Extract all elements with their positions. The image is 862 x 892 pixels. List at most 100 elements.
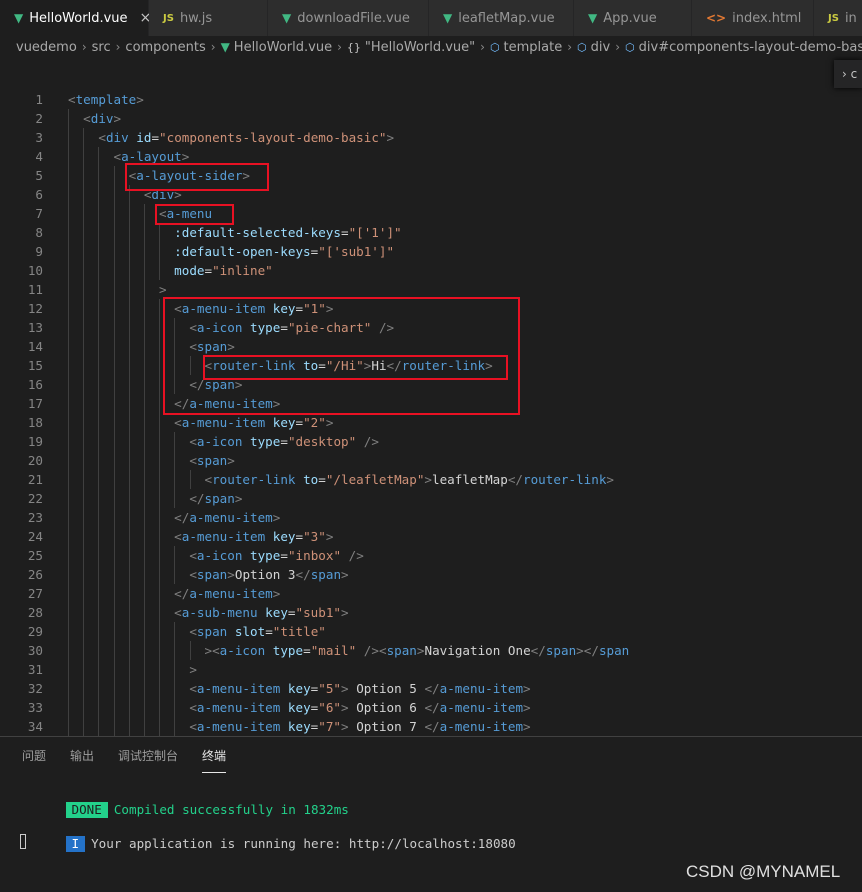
line-number: 18 xyxy=(27,415,43,430)
tab-label: index.html xyxy=(732,10,802,26)
code-line: 28 <a-sub-menu key="sub1"> xyxy=(0,603,862,622)
line-number: 31 xyxy=(27,662,43,677)
chevron-right-icon: › xyxy=(615,40,621,54)
code-line: 7 <a-menu xyxy=(0,204,862,223)
tab-index-html[interactable]: <> index.html xyxy=(692,0,814,36)
code-text: <div id="components-layout-demo-basic"> xyxy=(98,130,395,145)
braces-icon: {} xyxy=(346,40,361,54)
code-line: 31 > xyxy=(0,660,862,679)
tab-hw-js[interactable]: JS hw.js xyxy=(149,0,268,36)
cube-icon: ⬡ xyxy=(577,40,587,54)
tab-label: hw.js xyxy=(179,10,213,26)
code-line: 8 :default-selected-keys="['1']" xyxy=(0,223,862,242)
breadcrumb-item[interactable]: ›{} "HelloWorld.vue" xyxy=(332,40,475,55)
html-file-icon: <> xyxy=(706,11,727,25)
code-line: 1 <template> xyxy=(0,90,862,109)
line-number: 10 xyxy=(27,263,43,278)
code-text: </a-menu-item> xyxy=(174,510,281,525)
code-text: <template> xyxy=(68,92,144,107)
code-text: <span slot="title" xyxy=(189,624,326,639)
cube-icon: ⬡ xyxy=(489,40,500,54)
breadcrumb-item[interactable]: vuedemo xyxy=(16,40,77,55)
line-number: 4 xyxy=(35,149,43,164)
line-number: 22 xyxy=(27,491,43,506)
code-line: 30 ><a-icon type="mail" /><span>Navigati… xyxy=(0,641,862,660)
tab-terminal[interactable]: 终端 xyxy=(202,737,227,773)
tab-label: HelloWorld.vue xyxy=(29,10,128,26)
cube-icon: ⬡ xyxy=(625,40,635,54)
code-line: 34 <a-menu-item key="7"> Option 7 </a-me… xyxy=(0,717,862,736)
line-number: 26 xyxy=(27,567,43,582)
panel-tabs: 问题 输出 调试控制台 终端 xyxy=(0,737,250,773)
code-text: <a-icon type="desktop" /> xyxy=(189,434,379,449)
tab-helloworld-vue[interactable]: ▼ HelloWorld.vue × xyxy=(0,0,151,36)
done-badge: DONE xyxy=(65,802,108,818)
line-number: 24 xyxy=(27,529,43,544)
tab-debug-console[interactable]: 调试控制台 xyxy=(118,737,178,773)
highlight-box-router-link xyxy=(203,355,508,380)
vue-file-icon: ▼ xyxy=(588,11,598,25)
terminal-cursor xyxy=(20,834,26,849)
code-text: <a-sub-menu key="sub1"> xyxy=(174,605,349,620)
js-file-icon: JS xyxy=(163,12,174,24)
code-text: <a-menu-item key="3"> xyxy=(174,529,334,544)
breadcrumb-item[interactable]: › ⬡ div#components-layout-demo-basic xyxy=(610,40,862,55)
tab-downloadfile-vue[interactable]: ▼ downloadFile.vue xyxy=(268,0,429,36)
line-number: 27 xyxy=(27,586,43,601)
code-text: <span>Option 3</span> xyxy=(189,567,349,582)
tab-label: leafletMap.vue xyxy=(458,10,555,26)
line-number: 32 xyxy=(27,681,43,696)
code-text: <a-menu-item key="5"> Option 5 </a-menu-… xyxy=(189,681,531,696)
breadcrumb-item[interactable]: › ⬡ template xyxy=(475,40,562,55)
tab-app-vue[interactable]: ▼ App.vue xyxy=(574,0,692,36)
code-text: <a-menu-item key="7"> Option 7 </a-menu-… xyxy=(189,719,531,734)
highlight-box-a-menu xyxy=(155,204,234,225)
code-line: 25 <a-icon type="inbox" /> xyxy=(0,546,862,565)
vue-file-icon: ▼ xyxy=(282,11,292,25)
code-line: 29 <span slot="title" xyxy=(0,622,862,641)
tab-leafletmap-vue[interactable]: ▼ leafletMap.vue xyxy=(429,0,574,36)
line-number: 1 xyxy=(35,92,43,107)
code-line: 24 <a-menu-item key="3"> xyxy=(0,527,862,546)
breadcrumb-item[interactable]: › components xyxy=(111,40,206,55)
code-text: :default-open-keys="['sub1']" xyxy=(174,244,395,259)
js-file-icon: JS xyxy=(828,12,839,24)
code-text: > xyxy=(159,282,167,297)
chevron-right-icon: › xyxy=(480,40,485,54)
line-number: 6 xyxy=(35,187,43,202)
tab-output[interactable]: 输出 xyxy=(70,737,94,773)
chevron-right-icon: › xyxy=(115,40,121,54)
code-line: 32 <a-menu-item key="5"> Option 5 </a-me… xyxy=(0,679,862,698)
chevron-right-icon: › xyxy=(842,67,847,81)
line-number: 20 xyxy=(27,453,43,468)
line-number: 11 xyxy=(27,282,43,297)
vscode-window: ▼ HelloWorld.vue × JS hw.js ▼ downloadFi… xyxy=(0,0,862,892)
line-number: 25 xyxy=(27,548,43,563)
line-number: 33 xyxy=(27,700,43,715)
watermark: CSDN @MYNAMEL xyxy=(686,862,841,881)
code-line: 26 <span>Option 3</span> xyxy=(0,565,862,584)
tab-label: in xyxy=(844,10,857,26)
code-text: </span> xyxy=(189,491,243,506)
chevron-right-icon: › xyxy=(567,40,573,54)
code-line: 20 <span> xyxy=(0,451,862,470)
sticky-scroll-widget[interactable]: › c xyxy=(834,60,862,88)
tab-problems[interactable]: 问题 xyxy=(22,737,46,773)
chevron-right-icon: › xyxy=(210,40,216,54)
line-number: 34 xyxy=(27,719,43,734)
breadcrumb-item[interactable]: › src xyxy=(77,40,111,55)
line-number: 21 xyxy=(27,472,43,487)
breadcrumb-item[interactable]: › ⬡ div xyxy=(562,40,610,55)
breadcrumb-item[interactable]: › ▼ HelloWorld.vue xyxy=(206,40,332,55)
line-number: 3 xyxy=(35,130,43,145)
line-number: 23 xyxy=(27,510,43,525)
tab-in[interactable]: JS in xyxy=(814,0,862,36)
line-number: 28 xyxy=(27,605,43,620)
code-line: 23 </a-menu-item> xyxy=(0,508,862,527)
line-number: 30 xyxy=(27,643,43,658)
code-text: </a-menu-item> xyxy=(174,586,281,601)
code-line: 9 :default-open-keys="['sub1']" xyxy=(0,242,862,261)
code-text: ><a-icon type="mail" /><span>Navigation … xyxy=(204,643,630,658)
line-number: 29 xyxy=(27,624,43,639)
code-line: 18 <a-menu-item key="2"> xyxy=(0,413,862,432)
